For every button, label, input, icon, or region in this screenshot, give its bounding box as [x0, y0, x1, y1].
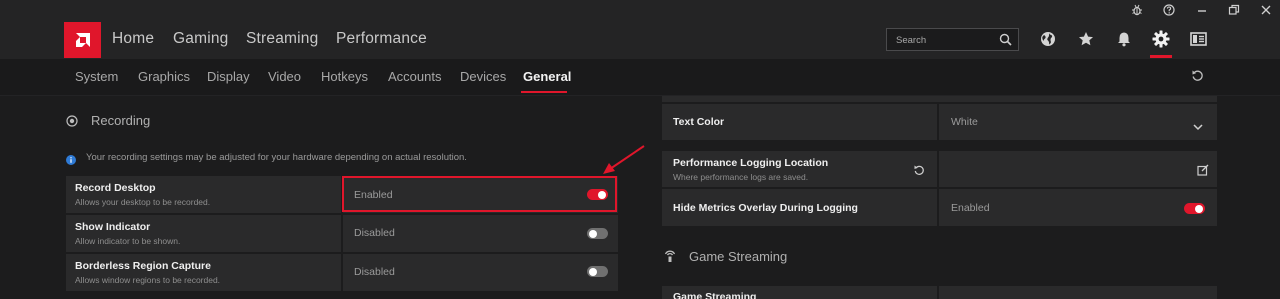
- close-icon[interactable]: [1258, 2, 1274, 18]
- show-indicator-value: Disabled: [354, 227, 395, 239]
- borderless-capture-value: Disabled: [354, 266, 395, 278]
- bug-icon[interactable]: [1129, 2, 1145, 18]
- tab-devices[interactable]: Devices: [460, 69, 506, 84]
- search-icon[interactable]: [999, 33, 1012, 51]
- record-desktop-toggle[interactable]: [587, 189, 608, 200]
- show-indicator-toggle[interactable]: [587, 228, 608, 239]
- borderless-capture-desc: Allows window regions to be recorded.: [75, 275, 221, 285]
- nav-streaming[interactable]: Streaming: [246, 30, 318, 48]
- hide-metrics-value: Enabled: [951, 202, 990, 214]
- setting-row: [662, 104, 1217, 140]
- record-desktop-label: Record Desktop: [75, 182, 156, 194]
- borderless-capture-toggle[interactable]: [587, 266, 608, 277]
- row-divider: [937, 151, 939, 187]
- row-divider: [341, 215, 343, 252]
- title-bar: [0, 0, 1280, 20]
- tab-general[interactable]: General: [523, 69, 571, 84]
- tab-system[interactable]: System: [75, 69, 118, 84]
- text-color-value[interactable]: White: [951, 116, 978, 128]
- tab-video[interactable]: Video: [268, 69, 301, 84]
- reset-icon[interactable]: [1191, 69, 1204, 87]
- borderless-capture-label: Borderless Region Capture: [75, 260, 211, 272]
- amd-logo[interactable]: [64, 22, 101, 58]
- gear-icon[interactable]: [1149, 28, 1173, 50]
- search-input[interactable]: [896, 33, 996, 47]
- minimize-icon[interactable]: [1194, 2, 1210, 18]
- recording-title: Recording: [91, 113, 151, 128]
- hide-metrics-toggle[interactable]: [1184, 203, 1205, 214]
- perf-log-desc: Where performance logs are saved.: [673, 172, 809, 182]
- setting-row-partial: [662, 96, 1217, 102]
- nav-gaming[interactable]: Gaming: [173, 30, 228, 48]
- search-box: [886, 28, 1019, 51]
- record-desktop-desc: Allows your desktop to be recorded.: [75, 197, 211, 207]
- perf-log-label: Performance Logging Location: [673, 157, 829, 169]
- recording-info: Your recording settings may be adjusted …: [86, 152, 467, 163]
- edit-folder-icon[interactable]: [1197, 163, 1209, 181]
- tab-display[interactable]: Display: [207, 69, 250, 84]
- reset-path-icon[interactable]: [913, 163, 925, 181]
- streaming-icon: [664, 249, 676, 268]
- tab-accounts[interactable]: Accounts: [388, 69, 441, 84]
- show-indicator-desc: Allow indicator to be shown.: [75, 236, 181, 246]
- show-indicator-label: Show Indicator: [75, 221, 151, 233]
- help-icon[interactable]: [1161, 2, 1177, 18]
- tab-hotkeys[interactable]: Hotkeys: [321, 69, 368, 84]
- nav-home[interactable]: Home: [112, 30, 154, 48]
- annotation-arrow: [603, 145, 645, 174]
- bell-icon[interactable]: [1112, 28, 1136, 50]
- layout-icon[interactable]: [1186, 28, 1210, 50]
- active-nav-indicator: [1150, 55, 1172, 58]
- star-icon[interactable]: [1074, 28, 1098, 50]
- game-streaming-title: Game Streaming: [689, 249, 788, 264]
- row-divider: [937, 189, 939, 226]
- record-icon: [66, 114, 78, 132]
- record-desktop-value: Enabled: [354, 189, 393, 201]
- hide-metrics-label: Hide Metrics Overlay During Logging: [673, 202, 858, 214]
- row-divider: [937, 286, 939, 299]
- active-tab-indicator: [521, 91, 567, 93]
- row-divider: [937, 104, 939, 140]
- chevron-down-icon[interactable]: [1193, 118, 1203, 136]
- info-icon: [66, 152, 76, 170]
- nav-performance[interactable]: Performance: [336, 30, 427, 48]
- row-divider: [341, 254, 343, 291]
- game-streaming-label: Game Streaming: [673, 291, 757, 299]
- tab-graphics[interactable]: Graphics: [138, 69, 190, 84]
- globe-icon[interactable]: [1036, 28, 1060, 50]
- sub-nav: [0, 59, 1280, 96]
- restore-icon[interactable]: [1226, 2, 1242, 18]
- text-color-label: Text Color: [673, 116, 725, 128]
